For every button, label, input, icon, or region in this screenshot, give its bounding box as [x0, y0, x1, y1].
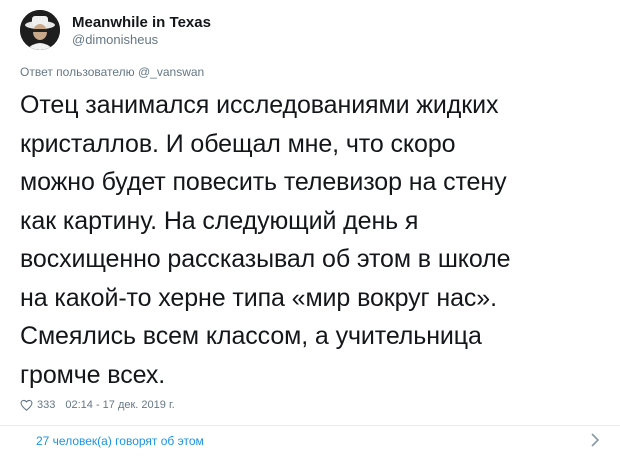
tweet-text-line: Смеялись всем классом, а учительница	[20, 322, 482, 350]
tweet-text-line: можно будет повесить телевизор на стену	[20, 168, 507, 196]
tweet-text-line: восхищенно рассказывал об этом в школе	[20, 245, 511, 273]
tweet-meta: 333 02:14 - 17 дек. 2019 г.	[20, 399, 175, 411]
tweet-text-line: кристаллов. И обещал мне, что скоро	[20, 129, 456, 158]
conversation-label: 27 человек(а) говорят об этом	[36, 434, 204, 448]
tweet-text: Отец занимался исследованиями жидких кри…	[20, 86, 610, 394]
conversation-link[interactable]: 27 человек(а) говорят об этом	[0, 426, 620, 456]
tweet-text-line: на какой-то херне типа «мир вокруг нас».	[20, 283, 497, 312]
timestamp[interactable]: 02:14 - 17 дек. 2019 г.	[65, 399, 174, 411]
heart-icon[interactable]	[20, 399, 33, 411]
tweet-text-line: как картину. На следующий день я	[20, 206, 419, 235]
avatar-image	[20, 10, 60, 50]
avatar[interactable]	[20, 10, 60, 50]
chevron-right-icon	[590, 433, 600, 447]
reply-context: Ответ пользователю @_vanswan	[20, 65, 205, 79]
author-display-name[interactable]: Meanwhile in Texas	[72, 13, 211, 32]
tweet-card: Meanwhile in Texas @dimonisheus Ответ по…	[0, 0, 620, 458]
author-handle[interactable]: @dimonisheus	[72, 32, 211, 48]
tweet-header: Meanwhile in Texas @dimonisheus	[20, 10, 211, 50]
author-names: Meanwhile in Texas @dimonisheus	[72, 13, 211, 48]
like-count[interactable]: 333	[37, 399, 55, 411]
tweet-text-line: громче всех.	[20, 360, 166, 389]
tweet-text-line: Отец занимался исследованиями жидких	[20, 91, 499, 119]
